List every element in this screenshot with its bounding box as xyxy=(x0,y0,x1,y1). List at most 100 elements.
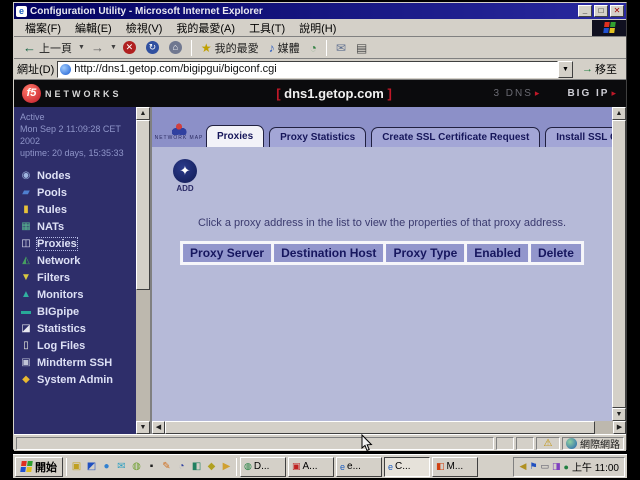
print-button[interactable]: ▤ xyxy=(351,39,372,57)
tray-icon[interactable]: ◨ xyxy=(552,461,561,472)
back-dropdown[interactable]: ▼ xyxy=(77,44,86,51)
maximize-button[interactable]: □ xyxy=(594,5,608,17)
sidebar-item-network[interactable]: ◭Network xyxy=(20,252,136,269)
tray-icon[interactable]: ⚑ xyxy=(529,461,537,472)
content-scrollbar[interactable]: ▲ ▼ xyxy=(612,107,626,421)
title-bar[interactable]: e Configuration Utility - Microsoft Inte… xyxy=(14,3,626,19)
scroll-down-icon[interactable]: ▼ xyxy=(136,421,150,434)
sidebar-item-nats[interactable]: ▦NATs xyxy=(20,218,136,235)
status-state: Active xyxy=(20,111,136,123)
scroll-left-icon[interactable]: ◀ xyxy=(152,421,165,434)
quick-launch-bar: ▣ ◩ ● ✉ ◍ ▪ ✎ ◔ ◧ ◆ ▶ xyxy=(70,460,233,473)
scroll-down-icon[interactable]: ▼ xyxy=(612,408,626,421)
history-icon: ◔ xyxy=(310,41,317,55)
quick-launch-icon[interactable]: ◆ xyxy=(205,460,218,473)
menu-tools[interactable]: 工具(T) xyxy=(242,19,292,37)
app-icon: ◧ xyxy=(436,461,445,472)
tab-proxies[interactable]: Proxies xyxy=(206,125,264,147)
sidebar-item-nodes[interactable]: ◉Nodes xyxy=(20,167,136,184)
scrollbar-thumb[interactable] xyxy=(165,421,595,434)
quick-launch-icon[interactable]: ● xyxy=(100,460,113,473)
quick-launch-icon[interactable]: ▪ xyxy=(145,460,158,473)
forward-button[interactable]: → xyxy=(86,38,109,57)
menu-file[interactable]: 檔案(F) xyxy=(18,19,68,37)
minimize-button[interactable]: _ xyxy=(578,5,592,17)
instruction-text: Click a proxy address in the list to vie… xyxy=(152,217,612,229)
tray-volume-icon[interactable]: ◀ xyxy=(519,461,526,472)
windows-taskbar: 開始 ▣ ◩ ● ✉ ◍ ▪ ✎ ◔ ◧ ◆ ▶ ◍D... ▣A... ee.… xyxy=(13,454,627,478)
add-proxy-button[interactable]: ✦ ADD xyxy=(170,159,200,193)
sidebar-item-filters[interactable]: ▼Filters xyxy=(20,269,136,286)
sidebar-item-system-admin[interactable]: ◆System Admin xyxy=(20,371,136,388)
sidebar-scrollbar[interactable]: ▲ ▼ xyxy=(136,107,150,434)
scroll-right-icon[interactable]: ▶ xyxy=(613,421,626,434)
start-button[interactable]: 開始 xyxy=(15,457,63,477)
sidebar-item-monitors[interactable]: ▲Monitors xyxy=(20,286,136,303)
stop-button[interactable]: ✕ xyxy=(118,39,141,56)
tab-proxy-statistics[interactable]: Proxy Statistics xyxy=(269,127,366,147)
menu-favorites[interactable]: 我的最愛(A) xyxy=(169,19,242,37)
sidebar-item-log-files[interactable]: ▯Log Files xyxy=(20,337,136,354)
go-button[interactable]: → 移至 xyxy=(576,60,623,78)
quick-launch-icon[interactable]: ◧ xyxy=(190,460,203,473)
task-buttons: ◍D... ▣A... ee... eC... ◧M... xyxy=(240,457,510,477)
print-icon: ▤ xyxy=(356,41,367,55)
quick-launch-icon[interactable]: ✉ xyxy=(115,460,128,473)
quick-launch-icon[interactable]: ◔ xyxy=(175,460,188,473)
scrollbar-thumb[interactable] xyxy=(612,120,626,408)
media-button[interactable]: ♪ 媒體 xyxy=(264,38,305,58)
start-label: 開始 xyxy=(35,459,57,475)
home-icon: ⌂ xyxy=(169,41,182,54)
back-button[interactable]: ← 上一頁 xyxy=(18,38,77,58)
tray-display-icon[interactable]: ▭ xyxy=(540,461,549,472)
quick-launch-icon[interactable]: ▣ xyxy=(70,460,83,473)
status-pane xyxy=(496,437,514,450)
task-button[interactable]: ◍D... xyxy=(240,457,286,477)
scroll-up-icon[interactable]: ▲ xyxy=(136,107,150,120)
task-button[interactable]: ee... xyxy=(336,457,382,477)
mail-button[interactable]: ✉ xyxy=(331,39,351,57)
mouse-cursor xyxy=(361,434,373,452)
refresh-button[interactable]: ↻ xyxy=(141,39,164,56)
horizontal-scrollbar[interactable]: ◀ ▶ xyxy=(152,421,626,434)
network-map-label: NETWORK MAP xyxy=(155,135,204,141)
close-button[interactable]: ✕ xyxy=(610,5,624,17)
sidebar-item-mindterm-ssh[interactable]: ▣Mindterm SSH xyxy=(20,354,136,371)
sidebar-item-bigpipe[interactable]: ▬BIGpipe xyxy=(20,303,136,320)
tab-install-ssl-certificate[interactable]: Install SSL Certif xyxy=(545,127,612,147)
sidebar-item-rules[interactable]: ▮Rules xyxy=(20,201,136,218)
column-header-proxy-type: Proxy Type xyxy=(386,244,464,262)
sidebar-item-proxies[interactable]: ◫Proxies xyxy=(20,235,136,252)
menu-edit[interactable]: 編輯(E) xyxy=(68,19,119,37)
scrollbar-track[interactable] xyxy=(595,421,613,434)
task-button-label: D... xyxy=(254,461,270,472)
quick-launch-icon[interactable]: ◩ xyxy=(85,460,98,473)
quick-launch-icon[interactable]: ◍ xyxy=(130,460,143,473)
sidebar-item-statistics[interactable]: ◪Statistics xyxy=(20,320,136,337)
favorites-button[interactable]: ★ 我的最愛 xyxy=(196,38,264,58)
forward-dropdown[interactable]: ▼ xyxy=(109,44,118,51)
column-header-enabled: Enabled xyxy=(467,244,528,262)
address-dropdown-button[interactable]: ▼ xyxy=(558,61,573,78)
address-input[interactable]: http://dns1.getop.com/bigipgui/bigconf.c… xyxy=(57,61,558,78)
quick-launch-icon[interactable]: ✎ xyxy=(160,460,173,473)
link-3dns[interactable]: 3 DNS▸ xyxy=(493,88,541,99)
task-button[interactable]: ▣A... xyxy=(288,457,334,477)
home-button[interactable]: ⌂ xyxy=(164,39,187,56)
history-button[interactable]: ◔ xyxy=(305,39,322,57)
link-bigip[interactable]: BIG IP▸ xyxy=(567,88,618,99)
quick-launch-icon[interactable]: ▶ xyxy=(220,460,233,473)
network-map-button[interactable]: NETWORK MAP xyxy=(156,123,202,141)
scrollbar-track[interactable] xyxy=(136,290,150,421)
menu-view[interactable]: 檢視(V) xyxy=(119,19,170,37)
scrollbar-thumb[interactable] xyxy=(136,120,150,290)
task-button-active[interactable]: eC... xyxy=(384,457,430,477)
tab-create-ssl-certificate-request[interactable]: Create SSL Certificate Request xyxy=(371,127,540,147)
address-url: http://dns1.getop.com/bigipgui/bigconf.c… xyxy=(74,63,276,75)
menu-help[interactable]: 說明(H) xyxy=(292,19,343,37)
task-button[interactable]: ◧M... xyxy=(432,457,478,477)
taskbar-clock[interactable]: 上午 11:00 xyxy=(572,459,619,474)
tray-network-icon[interactable]: ● xyxy=(564,462,569,472)
sidebar-item-pools[interactable]: ▰Pools xyxy=(20,184,136,201)
scroll-up-icon[interactable]: ▲ xyxy=(612,107,626,120)
